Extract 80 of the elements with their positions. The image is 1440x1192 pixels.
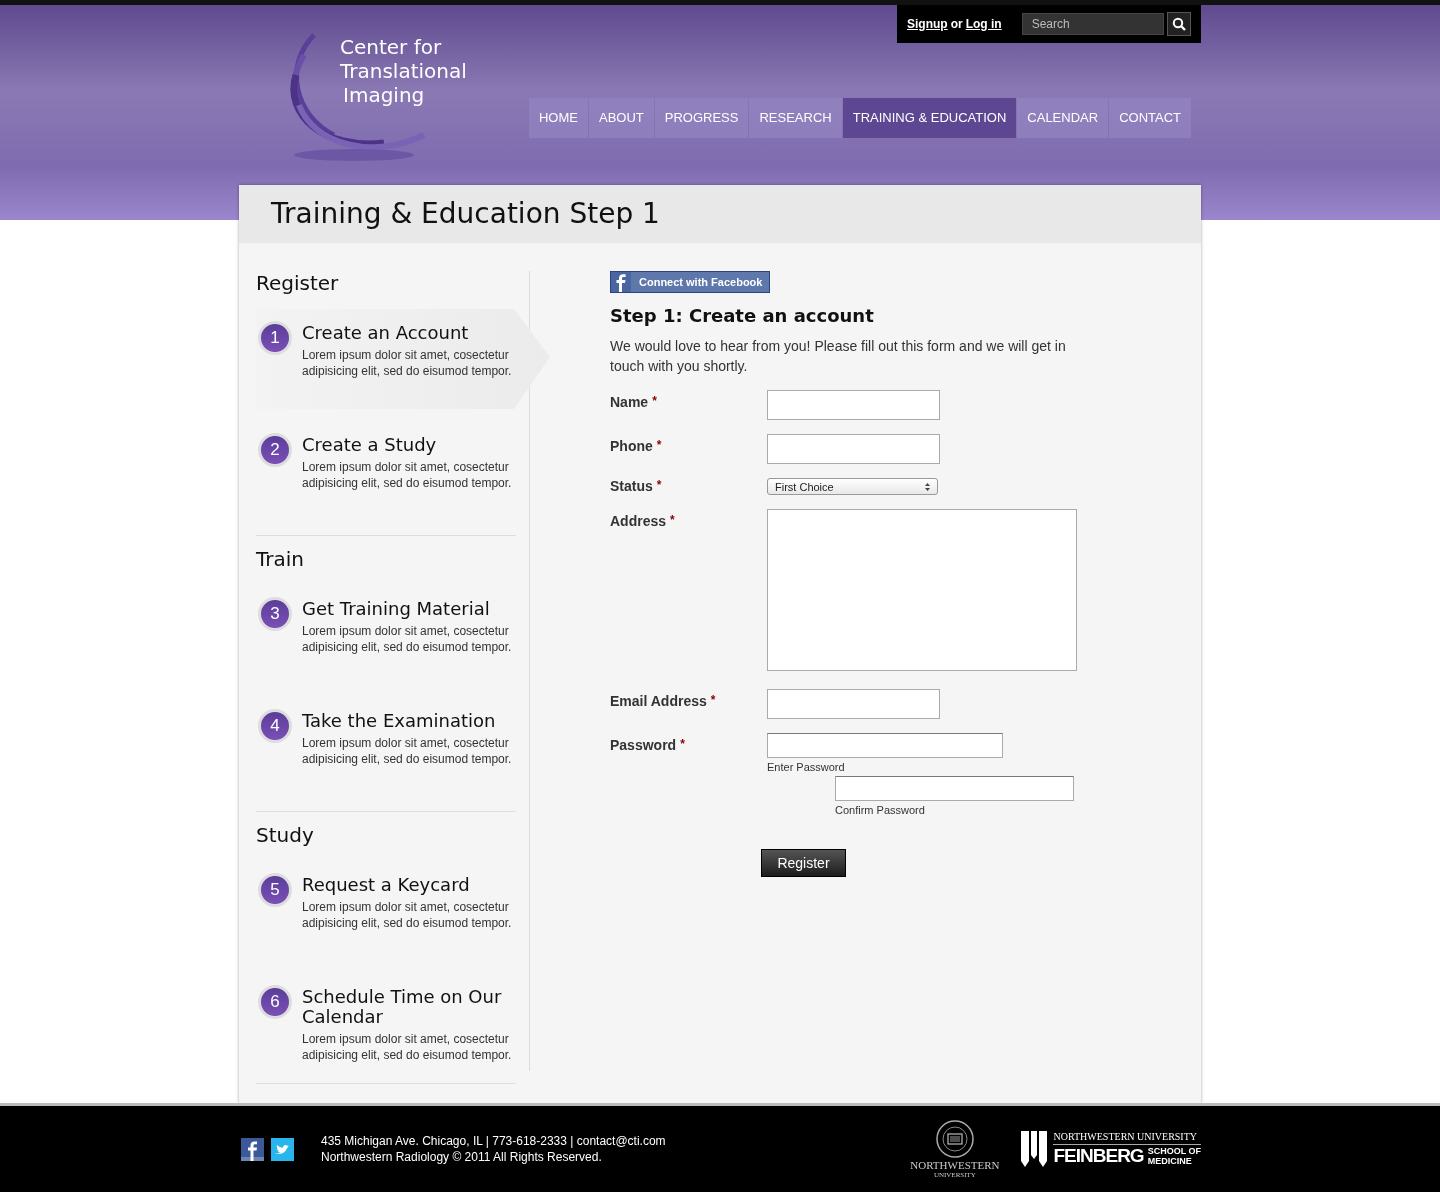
register-button[interactable]: Register	[761, 849, 846, 877]
text-field[interactable]	[767, 689, 940, 719]
nav-tab[interactable]: CONTACT	[1109, 98, 1191, 138]
section-heading: Register	[256, 271, 340, 295]
text-field[interactable]	[767, 434, 940, 464]
nav-tab[interactable]: PROGRESS	[654, 98, 749, 138]
step-number-badge: 5	[258, 873, 292, 907]
text-field[interactable]	[767, 390, 940, 420]
section-heading: Train	[256, 547, 305, 571]
field-hint: Enter Password	[767, 761, 846, 773]
university-name: NORTHWESTERN	[910, 1159, 1000, 1171]
step-item[interactable]: 3 Get Training Material Lorem ipsum dolor sit amet, cosectetur adipisicing elit, sed do eisumod tempor.	[256, 585, 516, 685]
step-title: Schedule Time on Our Calendar	[302, 987, 503, 1027]
facebook-connect-button[interactable]: Connect with Facebook	[610, 271, 771, 293]
step-title: Create an Account	[302, 323, 470, 343]
facebook-icon	[611, 272, 631, 292]
section-heading: Study	[256, 823, 315, 847]
step-title: Create a Study	[302, 435, 438, 455]
signup-link[interactable]: Signup	[907, 17, 948, 31]
step-item[interactable]: 1 Create an Account Lorem ipsum dolor sit amet, cosectetur adipisicing elit, sed do eisumod tempor.	[256, 309, 552, 409]
university-seal-icon	[934, 1119, 975, 1159]
field-label: Password	[610, 737, 677, 753]
search-field[interactable]: Search	[1021, 13, 1164, 35]
step-description: Lorem ipsum dolor sit amet, cosectetur adipisicing elit, sed do eisumod tempor.	[302, 735, 513, 767]
site-title[interactable]: Center for Translational Imaging	[340, 35, 467, 107]
field-label: Name	[610, 394, 649, 410]
banner-icon	[1021, 1131, 1048, 1167]
facebook-icon[interactable]	[241, 1137, 264, 1161]
nav-tab[interactable]: TRAINING & EDUCATION	[842, 98, 1017, 138]
form-heading: Step 1: Create an account	[610, 305, 874, 326]
step-title: Take the Examination	[302, 711, 497, 731]
step-description: Lorem ipsum dolor sit amet, cosectetur adipisicing elit, sed do eisumod tempor.	[302, 1031, 513, 1063]
required-asterisk: *	[652, 394, 657, 408]
required-asterisk: *	[710, 693, 716, 707]
dropdown-arrows-icon	[924, 481, 931, 492]
nav-tab[interactable]: RESEARCH	[749, 98, 842, 138]
field-label: Phone	[610, 438, 653, 454]
step-description: Lorem ipsum dolor sit amet, cosectetur adipisicing elit, sed do eisumod tempor.	[302, 899, 513, 931]
field-label: Address	[610, 513, 667, 529]
nav-tab[interactable]: ABOUT	[589, 98, 654, 138]
step-item[interactable]: 4 Take the Examination Lorem ipsum dolor sit amet, cosectetur adipisicing elit, sed do eisumod tempor.	[256, 697, 516, 797]
footer-address: 435 Michigan Ave. Chicago, IL | 773-618-2333 | contact@cti.com	[321, 1133, 666, 1149]
school-label: MEDICINE	[1147, 1156, 1193, 1166]
footer-copyright: Northwestern Radiology © 2011 All Rights Reserved.	[321, 1149, 603, 1165]
field-label: Status	[610, 478, 653, 494]
step-number-badge: 2	[258, 433, 292, 467]
status-dropdown[interactable]: First Choice	[767, 478, 938, 495]
step-description: Lorem ipsum dolor sit amet, cosectetur adipisicing elit, sed do eisumod tempor.	[302, 623, 513, 655]
password-field[interactable]	[767, 733, 1003, 758]
required-asterisk: *	[680, 737, 685, 751]
address-field[interactable]	[767, 509, 1077, 671]
step-description: Lorem ipsum dolor sit amet, cosectetur adipisicing elit, sed do eisumod tempor.	[302, 347, 513, 379]
step-title: Get Training Material	[302, 599, 491, 619]
step-description: Lorem ipsum dolor sit amet, cosectetur adipisicing elit, sed do eisumod tempor.	[302, 459, 513, 491]
step-item[interactable]: 6 Schedule Time on Our Calendar Lorem ipsum dolor sit amet, cosectetur adipisicing elit, sed do eisumod tempor.	[256, 973, 516, 1083]
bird-icon[interactable]	[271, 1137, 294, 1161]
step-item[interactable]: 5 Request a Keycard Lorem ipsum dolor sit amet, cosectetur adipisicing elit, sed do eisumod tempor.	[256, 861, 516, 961]
school-name: FEINBERG	[1053, 1145, 1144, 1167]
required-asterisk: *	[670, 513, 675, 527]
required-asterisk: *	[656, 438, 662, 452]
field-label: Email Address	[610, 693, 707, 709]
login-link[interactable]: Log in	[965, 17, 1002, 31]
or-text: or	[950, 17, 963, 31]
required-asterisk: *	[656, 478, 662, 492]
search-icon	[1171, 17, 1186, 31]
confirm-password-field[interactable]	[835, 776, 1074, 801]
step-number-badge: 6	[258, 985, 292, 1019]
search-button[interactable]	[1166, 12, 1191, 36]
page-title: Training & Education Step 1	[239, 185, 1201, 243]
step-title: Request a Keycard	[302, 875, 471, 895]
step-number-badge: 4	[258, 709, 292, 743]
step-item[interactable]: 2 Create a Study Lorem ipsum dolor sit amet, cosectetur adipisicing elit, sed do eisumod tempor.	[256, 421, 516, 521]
nav-tab[interactable]: HOME	[529, 98, 588, 138]
step-number-badge: 1	[258, 321, 292, 355]
field-hint: Confirm Password	[835, 804, 926, 816]
step-number-badge: 3	[258, 597, 292, 631]
school-label: SCHOOL OF	[1147, 1146, 1201, 1156]
intro-text: We would love to hear from you! Please fill out this form and we will get in touch with you shortly.	[610, 337, 1067, 376]
school-university-name: NORTHWESTERN UNIVERSITY	[1053, 1131, 1201, 1145]
nav-tab[interactable]: CALENDAR	[1017, 98, 1109, 138]
